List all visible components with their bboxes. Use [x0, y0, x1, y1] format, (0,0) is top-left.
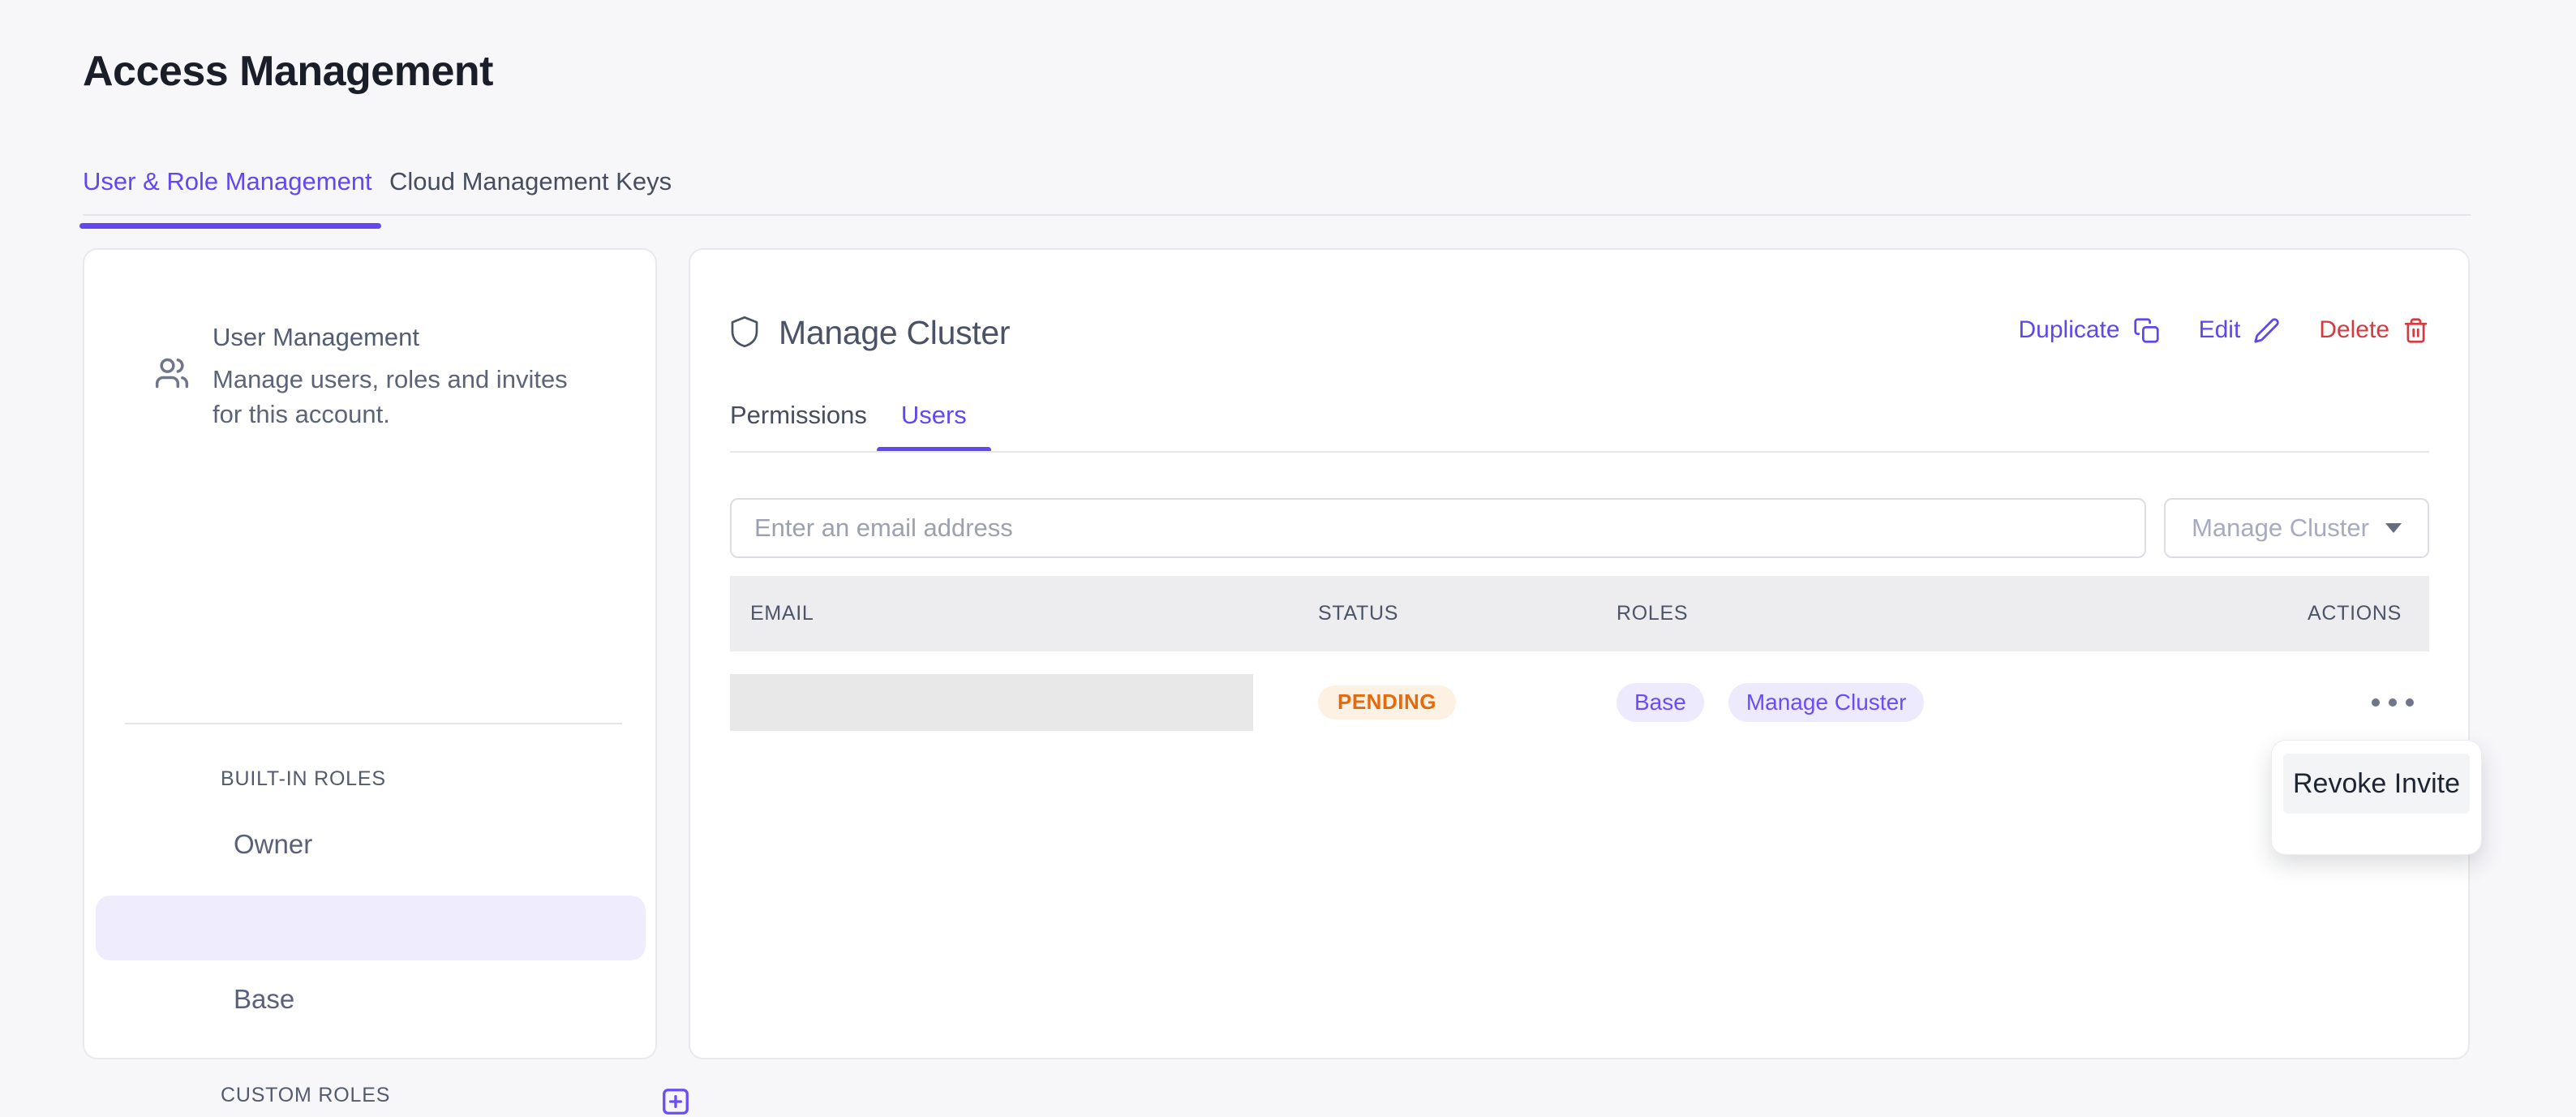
role-title: Manage Cluster [779, 314, 1010, 352]
role-badge-manage-cluster: Manage Cluster [1728, 683, 1925, 722]
sidebar-description: Manage users, roles and invites for this… [213, 362, 594, 432]
email-input[interactable] [730, 498, 2146, 558]
status-badge: PENDING [1318, 685, 1456, 720]
ellipsis-icon [2372, 698, 2414, 707]
invite-role-select[interactable]: Manage Cluster [2164, 498, 2429, 558]
row-actions-menu: Revoke Invite [2271, 740, 2482, 855]
users-icon [154, 355, 190, 391]
duplicate-button[interactable]: Duplicate [2019, 316, 2160, 344]
delete-label: Delete [2319, 316, 2389, 344]
built-in-roles-label: BUILT-IN ROLES [221, 767, 386, 791]
redacted-email-value [730, 674, 1253, 731]
role-tabs-divider [730, 451, 2429, 453]
sidebar-item-base[interactable]: Base [234, 984, 294, 1015]
column-header-actions: ACTIONS [2251, 602, 2429, 625]
role-detail-card: Manage Cluster Duplicate Edit Delete [689, 248, 2470, 1059]
tab-permissions[interactable]: Permissions [730, 401, 867, 453]
tab-cloud-management-keys[interactable]: Cloud Management Keys [389, 167, 672, 229]
invite-user-row: Manage Cluster [730, 498, 2429, 558]
plus-square-icon [660, 1086, 691, 1117]
delete-button[interactable]: Delete [2319, 316, 2429, 344]
trash-icon [2402, 317, 2429, 344]
role-actions: Duplicate Edit Delete [2019, 316, 2430, 344]
user-management-header: User Management Manage users, roles and … [154, 323, 594, 432]
tab-user-role-management[interactable]: User & Role Management [83, 167, 389, 229]
pencil-icon [2253, 317, 2280, 344]
caret-down-icon [2385, 523, 2402, 533]
shield-icon [730, 316, 759, 350]
duplicate-label: Duplicate [2019, 316, 2120, 344]
revoke-invite-menu-item[interactable]: Revoke Invite [2283, 754, 2470, 814]
sidebar-divider [125, 723, 622, 724]
users-table-header: EMAIL STATUS ROLES ACTIONS [730, 576, 2429, 651]
sidebar-title: User Management [213, 323, 594, 352]
table-row: PENDING Base Manage Cluster [730, 651, 2429, 753]
custom-roles-label: CUSTOM ROLES [221, 1084, 390, 1107]
tab-users[interactable]: Users [877, 401, 991, 453]
column-header-email: EMAIL [730, 602, 1316, 625]
custom-role-item-selected[interactable] [96, 896, 646, 960]
page-title: Access Management [83, 47, 493, 96]
column-header-roles: ROLES [1616, 602, 2251, 625]
edit-label: Edit [2199, 316, 2241, 344]
invite-role-select-value: Manage Cluster [2192, 513, 2369, 543]
sidebar-item-owner[interactable]: Owner [234, 829, 312, 860]
edit-button[interactable]: Edit [2199, 316, 2281, 344]
add-custom-role-button[interactable] [660, 1086, 691, 1117]
copy-icon [2133, 317, 2160, 344]
column-header-status: STATUS [1316, 602, 1616, 625]
role-badge-base: Base [1616, 683, 1704, 722]
tab-bar-divider [83, 214, 2471, 216]
role-tab-bar: Permissions Users [730, 401, 991, 453]
top-tab-bar: User & Role Management Cloud Management … [83, 167, 672, 229]
user-management-card: User Management Manage users, roles and … [83, 248, 657, 1059]
row-actions-menu-button[interactable] [2372, 690, 2414, 715]
